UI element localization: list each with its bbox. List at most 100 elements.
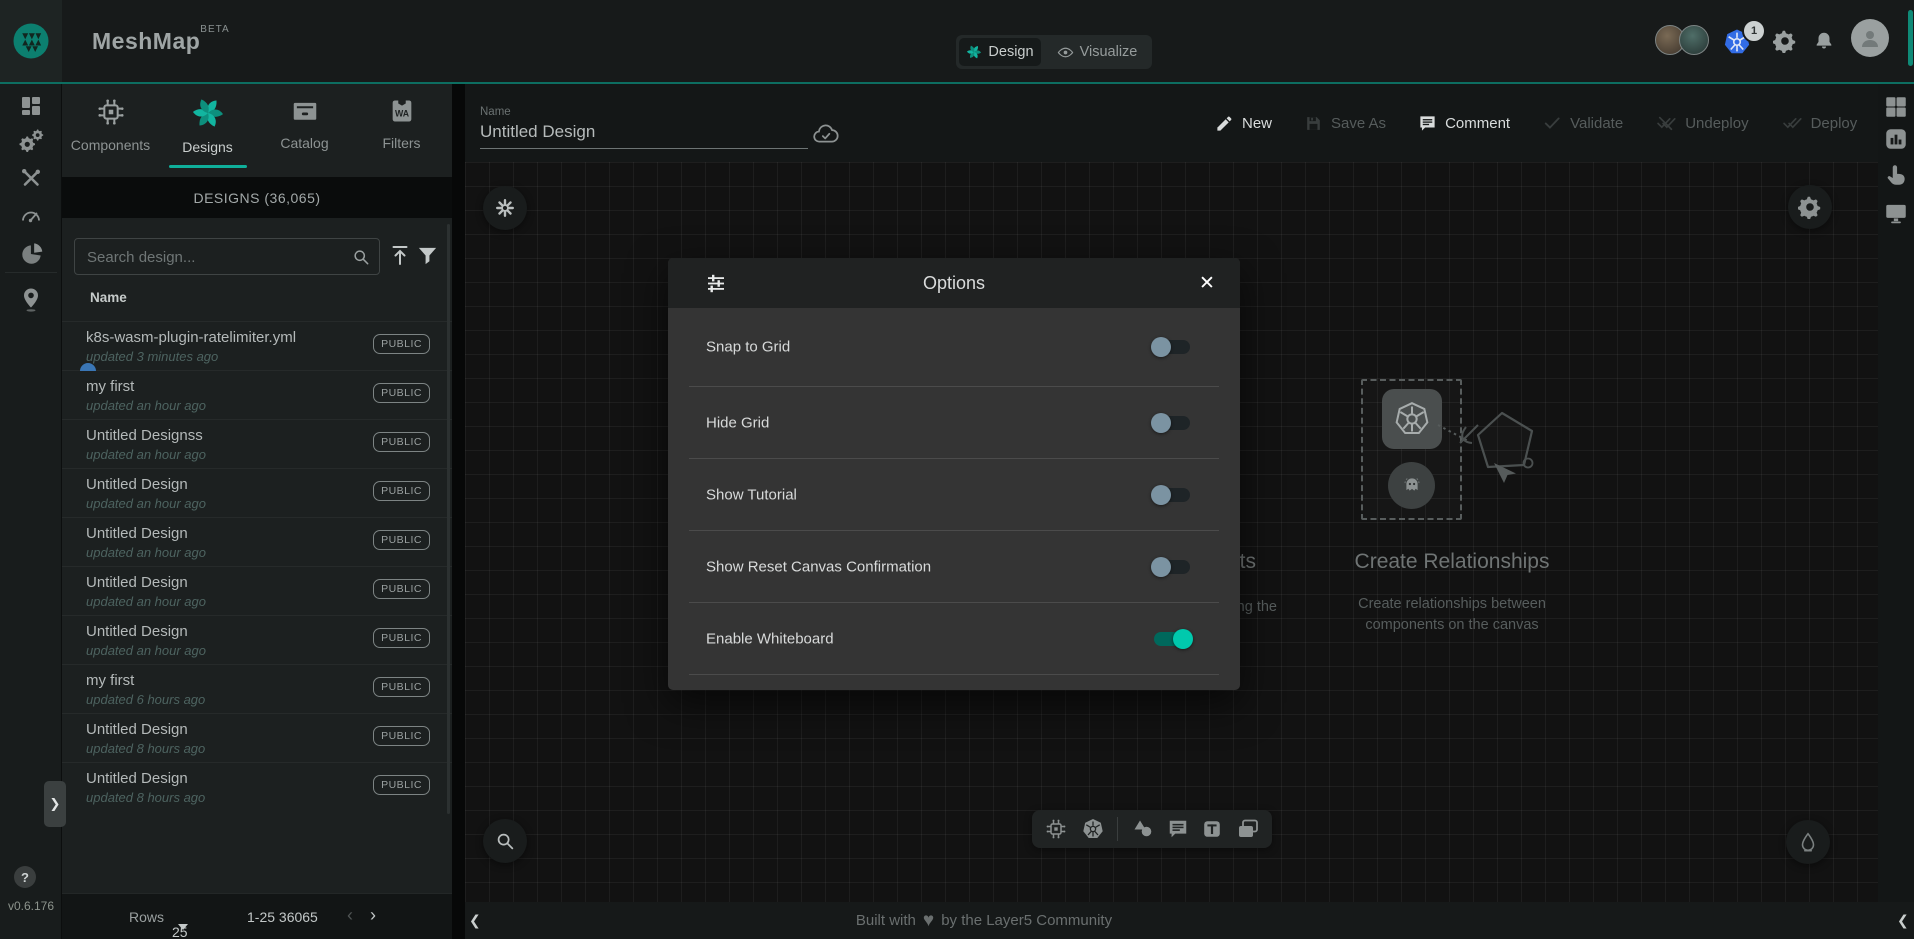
visibility-badge: PUBLIC <box>373 775 430 795</box>
design-list-item[interactable]: Untitled Designss updated an hour ago PU… <box>62 419 452 468</box>
design-list-item[interactable]: Untitled Design updated an hour ago PUBL… <box>62 566 452 615</box>
metrics-chart-icon[interactable] <box>1883 126 1909 152</box>
layer5-logo-button[interactable] <box>0 0 62 82</box>
undeploy-button[interactable]: Undeploy <box>1655 113 1748 133</box>
tab-components-label: Components <box>62 137 159 153</box>
next-page-button[interactable]: › <box>370 905 376 926</box>
meshsync-component-doodle <box>1388 462 1435 509</box>
validate-button[interactable]: Validate <box>1542 113 1623 133</box>
expand-panel-button[interactable]: ❯ <box>44 781 66 827</box>
eye-icon <box>1057 44 1074 61</box>
design-pinwheel-icon <box>966 44 982 60</box>
design-pinwheel-icon <box>191 96 225 130</box>
svg-text:WA: WA <box>394 108 409 118</box>
tab-designs[interactable]: Designs <box>159 84 256 168</box>
heart-icon: ♥ <box>923 910 934 932</box>
design-mode-button[interactable]: Design <box>959 38 1041 66</box>
lifecycle-gears-icon[interactable] <box>19 128 45 154</box>
enable-whiteboard-toggle[interactable] <box>1154 632 1190 646</box>
design-actions: New Save As Comment Validate <box>1215 84 1857 162</box>
visibility-badge: PUBLIC <box>373 628 430 648</box>
person-icon <box>1858 26 1882 50</box>
shapes-icon[interactable] <box>1131 817 1155 841</box>
kubernetes-wheel-icon[interactable] <box>1081 817 1105 841</box>
visualize-mode-button[interactable]: Visualize <box>1045 38 1149 66</box>
design-list-item[interactable]: Untitled Design updated 8 hours ago PUBL… <box>62 713 452 762</box>
option-row-enable-whiteboard: Enable Whiteboard <box>689 603 1219 675</box>
hide-grid-toggle[interactable] <box>1154 416 1190 430</box>
performance-gauge-icon[interactable] <box>19 204 43 228</box>
design-list-item[interactable]: Untitled Design updated an hour ago PUBL… <box>62 517 452 566</box>
profile-avatar[interactable] <box>1851 19 1889 57</box>
beta-badge: BETA <box>200 24 229 35</box>
tab-catalog-label: Catalog <box>256 135 353 151</box>
prev-page-button[interactable]: ‹ <box>347 905 353 926</box>
filter-funnel-icon[interactable] <box>416 244 439 267</box>
dock-divider <box>1117 817 1118 841</box>
close-icon[interactable]: ✕ <box>1194 270 1220 296</box>
visualize-mode-label: Visualize <box>1080 44 1138 60</box>
tab-components[interactable]: Components <box>62 84 159 168</box>
options-modal-header: Options ✕ <box>668 258 1240 308</box>
save-as-button[interactable]: Save As <box>1304 114 1386 133</box>
option-row-show-tutorial: Show Tutorial <box>689 459 1219 531</box>
layer5-mesh-logo-icon <box>10 20 52 62</box>
dashboard-icon[interactable] <box>19 94 43 118</box>
toggle-knob <box>1151 413 1171 433</box>
display-monitor-icon[interactable] <box>1883 200 1909 226</box>
text-tool-icon[interactable] <box>1201 818 1223 840</box>
canvas-zoom-button[interactable] <box>483 819 527 863</box>
tab-filters[interactable]: WA Filters <box>353 84 450 168</box>
option-row-hide-grid: Hide Grid <box>689 387 1219 459</box>
options-modal: Options ✕ Snap to Grid Hide Grid Show Tu… <box>668 258 1240 690</box>
design-list-item[interactable]: Untitled Design updated 8 hours ago PUBL… <box>62 762 452 811</box>
help-button[interactable]: ? <box>14 866 36 888</box>
settings-gear-icon[interactable] <box>1773 29 1797 53</box>
footer-collapse-right-icon[interactable]: ❮ <box>1897 912 1909 929</box>
deploy-button[interactable]: Deploy <box>1781 113 1858 133</box>
new-button[interactable]: New <box>1215 114 1272 133</box>
right-rail <box>1878 84 1914 902</box>
rail-divider <box>5 272 57 273</box>
component-chip-icon[interactable] <box>1044 817 1068 841</box>
import-design-icon[interactable] <box>388 243 412 267</box>
components-grid-icon[interactable] <box>1883 94 1909 120</box>
configuration-tools-icon[interactable] <box>19 166 43 190</box>
design-search-box <box>74 238 380 275</box>
design-list-item[interactable]: my first updated 6 hours ago PUBLIC <box>62 664 452 713</box>
canvas-ink-button[interactable] <box>1786 820 1830 864</box>
header-bar: MeshMapBETA Design Visualize 1 <box>0 0 1914 82</box>
show-reset-canvas-confirmation-toggle[interactable] <box>1154 560 1190 574</box>
visibility-badge: PUBLIC <box>373 481 430 501</box>
panel-scrollbar[interactable] <box>447 224 450 814</box>
design-list-item[interactable]: Untitled Design updated an hour ago PUBL… <box>62 615 452 664</box>
pagination-range: 1-25 36065 <box>247 909 318 925</box>
comment-bubble-icon <box>1418 114 1437 133</box>
touch-interaction-icon[interactable] <box>1883 162 1909 188</box>
show-tutorial-toggle[interactable] <box>1154 488 1190 502</box>
comment-tool-icon[interactable] <box>1167 818 1189 840</box>
extensions-pie-icon[interactable] <box>19 241 45 267</box>
design-search-input[interactable] <box>85 239 339 276</box>
design-list-item[interactable]: my first updated an hour ago PUBLIC <box>62 370 452 419</box>
pagination-bar: Rows 25 1-25 36065 ‹ › <box>62 893 452 939</box>
media-tool-icon[interactable] <box>1236 817 1260 841</box>
visibility-badge: PUBLIC <box>373 726 430 746</box>
canvas-arrange-button[interactable] <box>483 186 527 230</box>
wasm-wa-icon: WA <box>388 96 416 126</box>
collaborator-avatar-2[interactable] <box>1679 25 1709 55</box>
canvas-settings-button[interactable] <box>1788 185 1832 229</box>
notifications-bell-icon[interactable] <box>1813 30 1835 52</box>
design-name-input[interactable] <box>480 122 808 149</box>
search-icon <box>351 247 371 267</box>
visibility-badge: PUBLIC <box>373 530 430 550</box>
comment-button[interactable]: Comment <box>1418 114 1510 133</box>
options-list: Snap to Grid Hide Grid Show Tutorial Sho… <box>668 308 1240 675</box>
design-mode-label: Design <box>988 44 1033 60</box>
design-list-item[interactable]: k8s-wasm-plugin-ratelimiter.yml updated … <box>62 321 452 370</box>
meshmap-pin-icon[interactable] <box>19 287 43 313</box>
snap-to-grid-toggle[interactable] <box>1154 340 1190 354</box>
meshmap-app: MeshMapBETA Design Visualize 1 <box>0 0 1914 939</box>
tab-catalog[interactable]: Catalog <box>256 84 353 168</box>
design-list-item[interactable]: Untitled Design updated an hour ago PUBL… <box>62 468 452 517</box>
